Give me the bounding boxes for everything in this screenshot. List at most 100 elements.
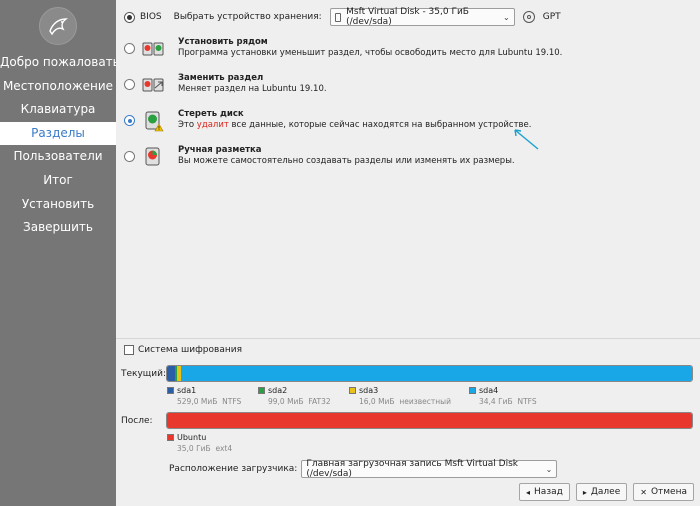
legend-size: 16,0 МиБ	[359, 397, 395, 406]
chevron-down-icon: ⌄	[503, 12, 510, 22]
legend-details: 99,0 МиБ FAT32	[268, 397, 331, 406]
legend-fs: ext4	[215, 444, 233, 453]
radio-erase[interactable]	[124, 115, 135, 126]
legend-fs: неизвестный	[399, 397, 451, 406]
partition-segment-sda4	[181, 366, 692, 381]
gpt-label: GPT	[542, 12, 561, 22]
sidebar-item-welcome[interactable]: Добро пожаловать	[0, 51, 120, 75]
legend-details: 529,0 МиБ NTFS	[177, 397, 241, 406]
cancel-button[interactable]: ✕ Отмена	[633, 483, 694, 501]
legend-swatch	[258, 387, 265, 394]
bios-indicator	[124, 11, 135, 23]
back-arrow-icon: ◂	[526, 487, 531, 497]
replace-partition-icon	[142, 78, 164, 92]
partition-page: BIOS Выбрать устройство хранения: Msft V…	[116, 0, 700, 506]
sidebar-item-keyboard[interactable]: Клавиатура	[0, 98, 116, 122]
navigation-buttons: ◂ Назад ▸ Далее ✕ Отмена	[519, 483, 694, 501]
option-title: Стереть диск	[178, 109, 244, 119]
option-desc: Вы можете самостоятельно создавать разде…	[178, 156, 515, 166]
radio-manual[interactable]	[124, 151, 135, 162]
legend-swatch	[167, 434, 174, 441]
legend-size: 34,4 ГиБ	[479, 397, 513, 406]
bios-label: BIOS	[140, 12, 162, 22]
legend-ubuntu: Ubuntu 35,0 ГиБ ext4	[167, 433, 232, 453]
option-alongside[interactable]: Установить рядом Программа установки уме…	[122, 36, 692, 72]
option-manual[interactable]: Ручная разметка Вы можете самостоятельно…	[122, 144, 692, 180]
legend-swatch	[469, 387, 476, 394]
next-button-label: Далее	[590, 487, 621, 497]
erase-disk-icon	[145, 111, 164, 132]
install-options: Установить рядом Программа установки уме…	[122, 36, 692, 180]
back-button[interactable]: ◂ Назад	[519, 483, 570, 501]
option-title: Установить рядом	[178, 37, 268, 47]
legend-swatch	[167, 387, 174, 394]
legend-name: sda1	[177, 386, 197, 395]
cancel-button-label: Отмена	[650, 487, 687, 497]
current-label: Текущий:	[121, 369, 167, 379]
legend-fs: FAT32	[308, 397, 331, 406]
device-select[interactable]: Msft Virtual Disk - 35,0 ГиБ (/dev/sda) …	[329, 7, 515, 27]
bootloader-select[interactable]: Главная загрузочная запись Msft Virtual …	[301, 459, 558, 479]
annotation-arrow-icon	[514, 129, 539, 150]
next-arrow-icon: ▸	[582, 487, 587, 497]
option-desc: Меняет раздел на Lubuntu 19.10.	[178, 84, 327, 94]
legend-size: 99,0 МиБ	[268, 397, 304, 406]
legend-details: 34,4 ГиБ NTFS	[479, 397, 537, 406]
after-partition-bar	[166, 412, 693, 429]
legend-name: sda3	[359, 386, 379, 395]
device-select-value: Msft Virtual Disk - 35,0 ГиБ (/dev/sda)	[346, 7, 469, 27]
bootloader-label: Расположение загрузчика:	[169, 464, 298, 474]
legend-details: 16,0 МиБ неизвестный	[359, 397, 451, 406]
legend-sda1: sda1 529,0 МиБ NTFS	[167, 386, 241, 406]
option-desc: Программа установки уменьшит раздел, что…	[178, 48, 563, 58]
option-erase[interactable]: Стереть диск Это удалит все данные, кото…	[122, 108, 692, 144]
sidebar-item-users[interactable]: Пользователи	[0, 145, 116, 169]
manual-partition-icon	[145, 147, 160, 166]
legend-swatch	[349, 387, 356, 394]
option-desc-before: Это	[178, 120, 197, 130]
after-label: После:	[121, 416, 153, 426]
option-replace[interactable]: Заменить раздел Меняет раздел на Lubuntu…	[122, 72, 692, 108]
legend-fs: NTFS	[517, 397, 537, 406]
lubuntu-logo	[39, 7, 77, 45]
sidebar-item-install[interactable]: Установить	[0, 193, 116, 217]
encryption-row[interactable]: Система шифрования	[124, 345, 242, 355]
encryption-label: Система шифрования	[138, 345, 242, 355]
gpt-icon	[522, 11, 535, 23]
legend-sda3: sda3 16,0 МиБ неизвестный	[349, 386, 451, 406]
sidebar-item-summary[interactable]: Итог	[0, 169, 116, 193]
partition-segment-ubuntu	[167, 413, 692, 428]
radio-replace[interactable]	[124, 79, 135, 90]
sidebar: Добро пожаловать Местоположение Клавиату…	[0, 0, 120, 506]
radio-alongside[interactable]	[124, 43, 135, 54]
sidebar-item-location[interactable]: Местоположение	[0, 75, 116, 99]
option-desc-warning: удалит	[196, 120, 229, 130]
back-button-label: Назад	[534, 487, 563, 497]
disk-icon	[334, 12, 342, 22]
device-label: Выбрать устройство хранения:	[173, 12, 322, 22]
sidebar-item-partitions[interactable]: Разделы	[0, 121, 116, 146]
legend-sda4: sda4 34,4 ГиБ NTFS	[469, 386, 537, 406]
install-alongside-icon	[142, 42, 164, 56]
next-button[interactable]: ▸ Далее	[575, 483, 628, 501]
option-desc-after: все данные, которые сейчас находятся на …	[228, 120, 532, 130]
current-partition-bar	[166, 365, 693, 382]
bootloader-row: Расположение загрузчика: Главная загрузо…	[169, 459, 558, 479]
legend-size: 35,0 ГиБ	[177, 444, 211, 453]
legend-size: 529,0 МиБ	[177, 397, 218, 406]
bootloader-select-value: Главная загрузочная запись Msft Virtual …	[306, 459, 519, 479]
sidebar-nav: Добро пожаловать Местоположение Клавиату…	[0, 51, 120, 240]
option-desc: Это удалит все данные, которые сейчас на…	[178, 120, 531, 130]
encryption-checkbox[interactable]	[124, 345, 134, 355]
sidebar-item-finish[interactable]: Завершить	[0, 216, 116, 240]
option-title: Ручная разметка	[178, 145, 262, 155]
option-title: Заменить раздел	[178, 73, 264, 83]
close-icon: ✕	[640, 487, 647, 497]
partition-segment-sda1	[167, 366, 175, 381]
legend-name: sda2	[268, 386, 288, 395]
legend-fs: NTFS	[222, 397, 242, 406]
chevron-down-icon: ⌄	[545, 464, 553, 474]
divider	[116, 338, 700, 339]
legend-details: 35,0 ГиБ ext4	[177, 444, 232, 453]
bird-icon	[49, 18, 69, 36]
